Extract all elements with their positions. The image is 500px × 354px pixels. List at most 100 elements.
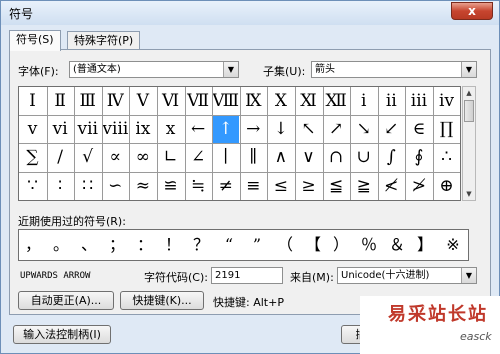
scroll-down-icon[interactable]: ▼ (463, 188, 475, 200)
chevron-down-icon[interactable]: ▼ (223, 62, 238, 77)
scrollbar-thumb[interactable] (464, 100, 474, 122)
symbol-cell[interactable]: → (240, 115, 267, 143)
symbol-cell[interactable]: ≥ (295, 172, 322, 200)
symbol-cell[interactable]: Ⅹ (267, 87, 294, 115)
symbol-cell[interactable]: ↘ (350, 115, 377, 143)
symbol-cell[interactable]: ⅳ (433, 87, 460, 115)
symbol-cell[interactable]: ∕ (47, 143, 74, 171)
symbol-cell[interactable]: ≯ (405, 172, 432, 200)
symbol-cell[interactable]: ≡ (240, 172, 267, 200)
recent-symbol-cell[interactable]: ？ (187, 230, 215, 260)
symbol-cell[interactable]: ↗ (323, 115, 350, 143)
char-code-label: 字符代码(C): (144, 271, 208, 284)
recent-symbol-cell[interactable]: ： (131, 230, 159, 260)
recent-symbol-cell[interactable]: ＆ (383, 230, 411, 260)
symbol-cell[interactable]: ∵ (19, 172, 46, 200)
symbol-cell[interactable]: ∥ (240, 143, 267, 171)
symbol-cell[interactable]: ⅲ (405, 87, 432, 115)
recent-symbol-cell[interactable]: ※ (439, 230, 467, 260)
symbol-cell[interactable]: Ⅳ (102, 87, 129, 115)
symbol-cell[interactable]: ∨ (295, 143, 322, 171)
symbol-cell[interactable]: ⅵ (47, 115, 74, 143)
symbol-cell[interactable]: ≧ (350, 172, 377, 200)
symbol-cell[interactable]: Ⅵ (157, 87, 184, 115)
recent-symbol-cell[interactable]: ； (103, 230, 131, 260)
symbol-cell[interactable]: ≌ (157, 172, 184, 200)
symbol-cell[interactable]: ⅱ (378, 87, 405, 115)
symbol-cell[interactable]: ∟ (157, 143, 184, 171)
symbol-cell[interactable]: ⅸ (129, 115, 156, 143)
recent-symbol-cell[interactable]: ” (243, 230, 271, 260)
symbol-cell[interactable]: ∑ (19, 143, 46, 171)
chevron-down-icon[interactable]: ▼ (461, 268, 476, 283)
symbol-cell[interactable]: Ⅷ (212, 87, 239, 115)
symbol-cell[interactable]: ∞ (129, 143, 156, 171)
symbol-cell[interactable]: ∧ (267, 143, 294, 171)
symbol-cell[interactable]: √ (74, 143, 101, 171)
symbol-cell[interactable]: ∶ (47, 172, 74, 200)
recent-symbol-cell[interactable]: ， (19, 230, 47, 260)
recent-symbol-cell[interactable]: （ (271, 230, 299, 260)
symbol-cell[interactable]: ∈ (405, 115, 432, 143)
symbol-cell[interactable]: ≤ (267, 172, 294, 200)
symbol-cell[interactable]: ∝ (102, 143, 129, 171)
symbol-cell[interactable]: ∷ (74, 172, 101, 200)
symbol-cell[interactable]: ≮ (378, 172, 405, 200)
font-select[interactable]: (普通文本) ▼ (69, 61, 239, 78)
symbol-cell[interactable]: ≦ (323, 172, 350, 200)
symbol-cell[interactable]: ← (185, 115, 212, 143)
symbol-cell[interactable]: ∠ (185, 143, 212, 171)
symbol-grid-scrollbar[interactable]: ▲ ▼ (462, 86, 476, 201)
symbol-cell[interactable]: ⅷ (102, 115, 129, 143)
symbol-cell[interactable]: ∩ (323, 143, 350, 171)
chevron-down-icon[interactable]: ▼ (461, 62, 476, 77)
recent-symbol-cell[interactable]: 、 (75, 230, 103, 260)
symbol-cell[interactable]: ≒ (185, 172, 212, 200)
symbol-cell[interactable]: ∫ (378, 143, 405, 171)
close-button[interactable]: x (451, 2, 493, 20)
symbol-cell[interactable]: Ⅶ (185, 87, 212, 115)
recent-symbol-cell[interactable]: “ (215, 230, 243, 260)
watermark-text: 易采站长站 (388, 304, 488, 325)
symbol-cell[interactable]: ∴ (433, 143, 460, 171)
scroll-up-icon[interactable]: ▲ (463, 87, 475, 99)
symbol-cell[interactable]: ↙ (378, 115, 405, 143)
symbol-cell[interactable]: ↓ (267, 115, 294, 143)
recent-symbol-cell[interactable]: ％ (355, 230, 383, 260)
subset-select[interactable]: 箭头 ▼ (311, 61, 477, 78)
tab-special-characters[interactable]: 特殊字符(P) (67, 31, 141, 50)
symbol-cell[interactable]: ↖ (295, 115, 322, 143)
symbol-cell[interactable]: ∪ (350, 143, 377, 171)
recent-symbol-cell[interactable]: 。 (47, 230, 75, 260)
symbol-cell[interactable]: ↑ (212, 115, 240, 144)
recent-symbol-cell[interactable]: ） (327, 230, 355, 260)
tab-symbols[interactable]: 符号(S) (9, 30, 61, 51)
symbol-cell[interactable]: ⅰ (350, 87, 377, 115)
symbol-cell[interactable]: ⅶ (74, 115, 101, 143)
recent-symbol-cell[interactable]: ！ (159, 230, 187, 260)
symbol-cell[interactable]: Ⅱ (47, 87, 74, 115)
recent-symbol-cell[interactable]: 【 (299, 230, 327, 260)
symbol-cell[interactable]: Ⅸ (240, 87, 267, 115)
symbol-cell[interactable]: Ⅲ (74, 87, 101, 115)
shortcut-key-button[interactable]: 快捷键(K)... (120, 291, 204, 310)
recent-symbol-cell[interactable]: 】 (411, 230, 439, 260)
autocorrect-button[interactable]: 自动更正(A)... (18, 291, 114, 310)
ime-control-button[interactable]: 输入法控制柄(I) (13, 325, 111, 344)
symbol-cell[interactable]: Ⅻ (323, 87, 350, 115)
symbol-cell[interactable]: Ⅰ (19, 87, 46, 115)
symbol-cell[interactable]: ∮ (405, 143, 432, 171)
symbol-cell[interactable]: ∣ (212, 143, 239, 171)
symbol-cell[interactable]: ⅹ (157, 115, 184, 143)
subset-label: 子集(U): (263, 65, 306, 78)
char-code-input[interactable]: 2191 (211, 267, 283, 284)
symbol-cell[interactable]: ⅴ (19, 115, 46, 143)
from-select[interactable]: Unicode(十六进制) ▼ (337, 267, 477, 284)
symbol-cell[interactable]: Ⅺ (295, 87, 322, 115)
symbol-cell[interactable]: ∽ (102, 172, 129, 200)
symbol-cell[interactable]: ≈ (129, 172, 156, 200)
symbol-cell[interactable]: ⊕ (433, 172, 460, 200)
symbol-cell[interactable]: ∏ (433, 115, 460, 143)
symbol-cell[interactable]: Ⅴ (129, 87, 156, 115)
symbol-cell[interactable]: ≠ (212, 172, 239, 200)
